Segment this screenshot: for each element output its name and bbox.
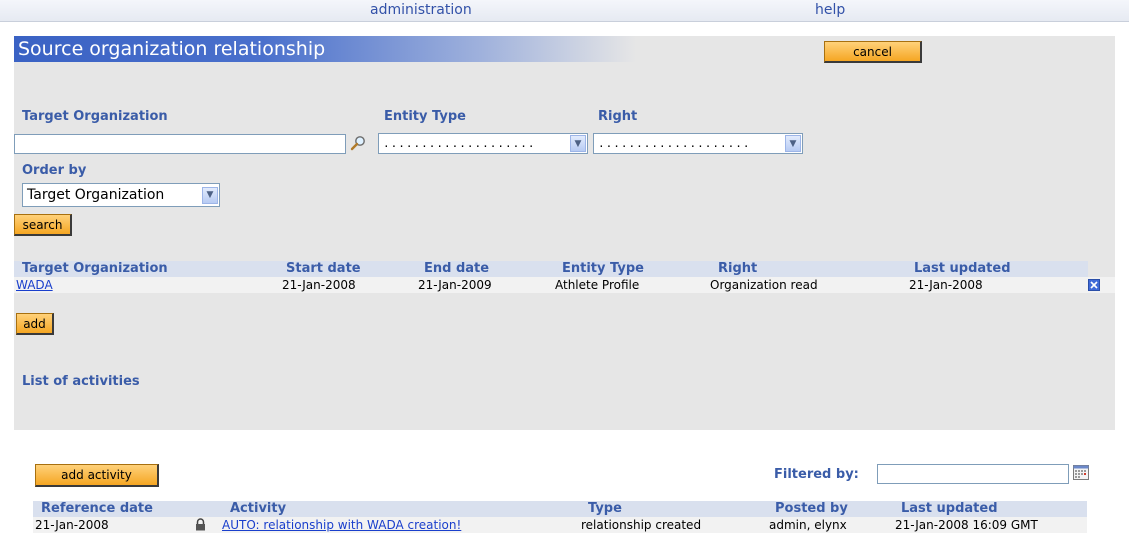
nav-administration-link[interactable]: administration [370,2,472,18]
delete-icon[interactable] [1088,279,1100,291]
right-select[interactable]: .................... ▼ [593,133,803,154]
top-nav-bar: administration help [0,0,1129,22]
list-of-activities-heading: List of activities [22,374,140,389]
table-row: 21-Jan-2008 AUTO: relationship with WADA… [33,517,1087,533]
column-header: Posted by [775,501,848,516]
page-title: Source organization relationship [14,36,636,62]
add-button[interactable]: add [16,313,54,335]
column-header: Type [588,501,622,516]
right-cell: Organization read [710,278,818,292]
right-value: .................... [598,137,751,150]
column-header: Entity Type [562,261,644,276]
column-header: End date [424,261,490,276]
order-by-value: Target Organization [27,187,165,203]
dropdown-arrow-icon[interactable]: ▼ [785,135,801,152]
type-cell: relationship created [581,518,702,532]
target-organization-label: Target Organization [22,109,168,124]
entity-type-value: .................... [383,137,536,150]
column-header: Reference date [41,501,153,516]
dropdown-arrow-icon[interactable]: ▼ [202,186,218,204]
end-date-cell: 21-Jan-2009 [418,278,492,292]
magnifier-icon[interactable] [350,135,366,151]
relationship-panel: Source organization relationship cancel … [14,36,1115,430]
nav-help-link[interactable]: help [815,2,845,18]
column-header: Start date [286,261,361,276]
column-header: Right [718,261,758,276]
activity-link[interactable]: AUTO: relationship with WADA creation! [222,517,461,533]
filtered-by-input[interactable] [877,464,1069,484]
add-activity-button[interactable]: add activity [35,464,159,487]
relationships-table-header: Target Organization Start date End date … [14,261,1088,277]
lock-icon [196,518,205,531]
activities-table-header: Reference date Activity Type Posted by L… [33,501,1087,517]
target-organization-link[interactable]: WADA [16,277,53,293]
entity-type-cell: Athlete Profile [555,278,640,292]
last-updated-cell: 21-Jan-2008 [909,278,983,292]
reference-date-cell: 21-Jan-2008 [35,518,109,532]
order-by-select[interactable]: Target Organization ▼ [22,183,220,207]
filtered-by-label: Filtered by: [774,467,859,482]
cancel-button[interactable]: cancel [824,41,922,63]
dropdown-arrow-icon[interactable]: ▼ [570,135,586,152]
column-header: Last updated [901,501,998,516]
posted-by-cell: admin, elynx [769,518,847,532]
search-button[interactable]: search [14,214,72,236]
column-header: Target Organization [22,261,168,276]
entity-type-select[interactable]: .................... ▼ [378,133,588,154]
table-row: WADA 21-Jan-2008 21-Jan-2009 Athlete Pro… [14,277,1115,293]
column-header: Activity [230,501,287,516]
order-by-label: Order by [22,163,87,178]
entity-type-label: Entity Type [384,109,466,124]
target-organization-input[interactable] [14,134,346,154]
calendar-icon[interactable] [1073,465,1089,480]
start-date-cell: 21-Jan-2008 [282,278,356,292]
column-header: Last updated [914,261,1011,276]
right-label: Right [598,109,638,124]
last-updated-cell: 21-Jan-2008 16:09 GMT [895,518,1038,532]
